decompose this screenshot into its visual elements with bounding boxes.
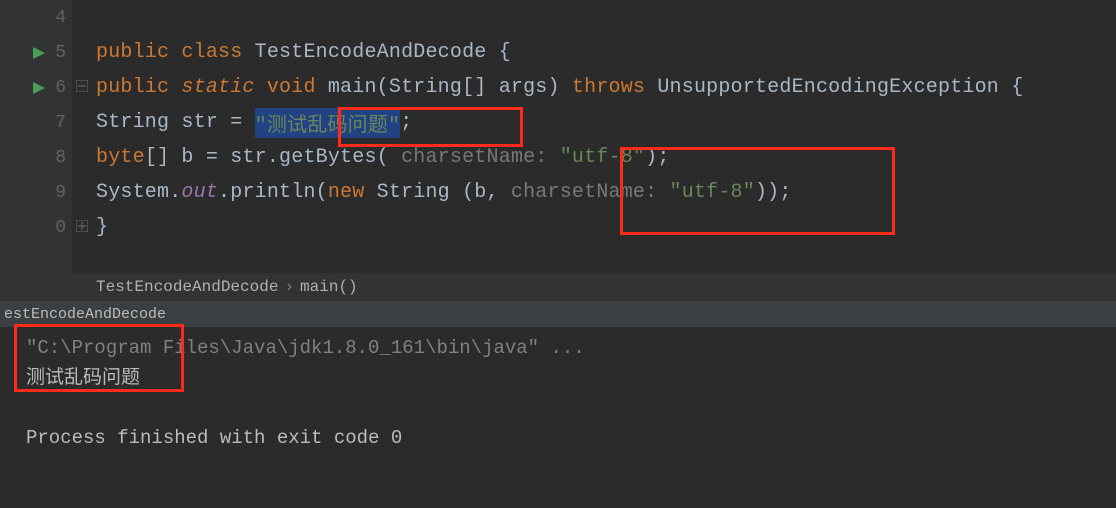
breadcrumb[interactable]: TestEncodeAndDecode › main()	[0, 273, 1116, 301]
line-number: 7	[46, 113, 66, 133]
line-number: 5	[46, 43, 66, 63]
console-exit: Process finished with exit code 0	[26, 423, 1116, 453]
code-area[interactable]: public class TestEncodeAndDecode { publi…	[96, 0, 1116, 245]
console-tab-header[interactable]: estEncodeAndDecode	[0, 301, 1116, 327]
code-line: System.out.println(new String (b, charse…	[96, 175, 1116, 210]
console-blank	[26, 393, 1116, 423]
code-line: byte[] b = str.getBytes( charsetName: "u…	[96, 140, 1116, 175]
run-gutter-icon[interactable]	[32, 81, 46, 95]
breadcrumb-separator-icon: ›	[284, 278, 294, 296]
code-line: String str = "测试乱码问题";	[96, 105, 1116, 140]
gutter: 4 5 6 7 8 9 0	[0, 0, 72, 273]
run-gutter-icon[interactable]	[32, 46, 46, 60]
console-command: "C:\Program Files\Java\jdk1.8.0_161\bin\…	[26, 333, 1116, 363]
code-line: public static void main(String[] args) t…	[96, 70, 1116, 105]
line-number: 6	[46, 78, 66, 98]
run-console[interactable]: "C:\Program Files\Java\jdk1.8.0_161\bin\…	[0, 327, 1116, 508]
fold-open-icon[interactable]	[76, 79, 88, 97]
breadcrumb-item[interactable]: TestEncodeAndDecode	[96, 278, 278, 296]
breadcrumb-item[interactable]: main()	[300, 278, 358, 296]
line-number: 0	[46, 218, 66, 238]
code-line: public class TestEncodeAndDecode {	[96, 35, 1116, 70]
parameter-hint: charsetName:	[511, 181, 670, 204]
console-output: 测试乱码问题	[26, 363, 1116, 393]
code-line	[96, 0, 1116, 35]
fold-close-icon[interactable]	[76, 219, 88, 237]
code-line: }	[96, 210, 1116, 245]
line-number: 8	[46, 148, 66, 168]
code-editor[interactable]: 4 5 6 7 8 9 0 public class TestEncodeAnd…	[0, 0, 1116, 273]
line-number: 4	[46, 8, 66, 28]
line-number: 9	[46, 183, 66, 203]
parameter-hint: charsetName:	[401, 146, 560, 169]
